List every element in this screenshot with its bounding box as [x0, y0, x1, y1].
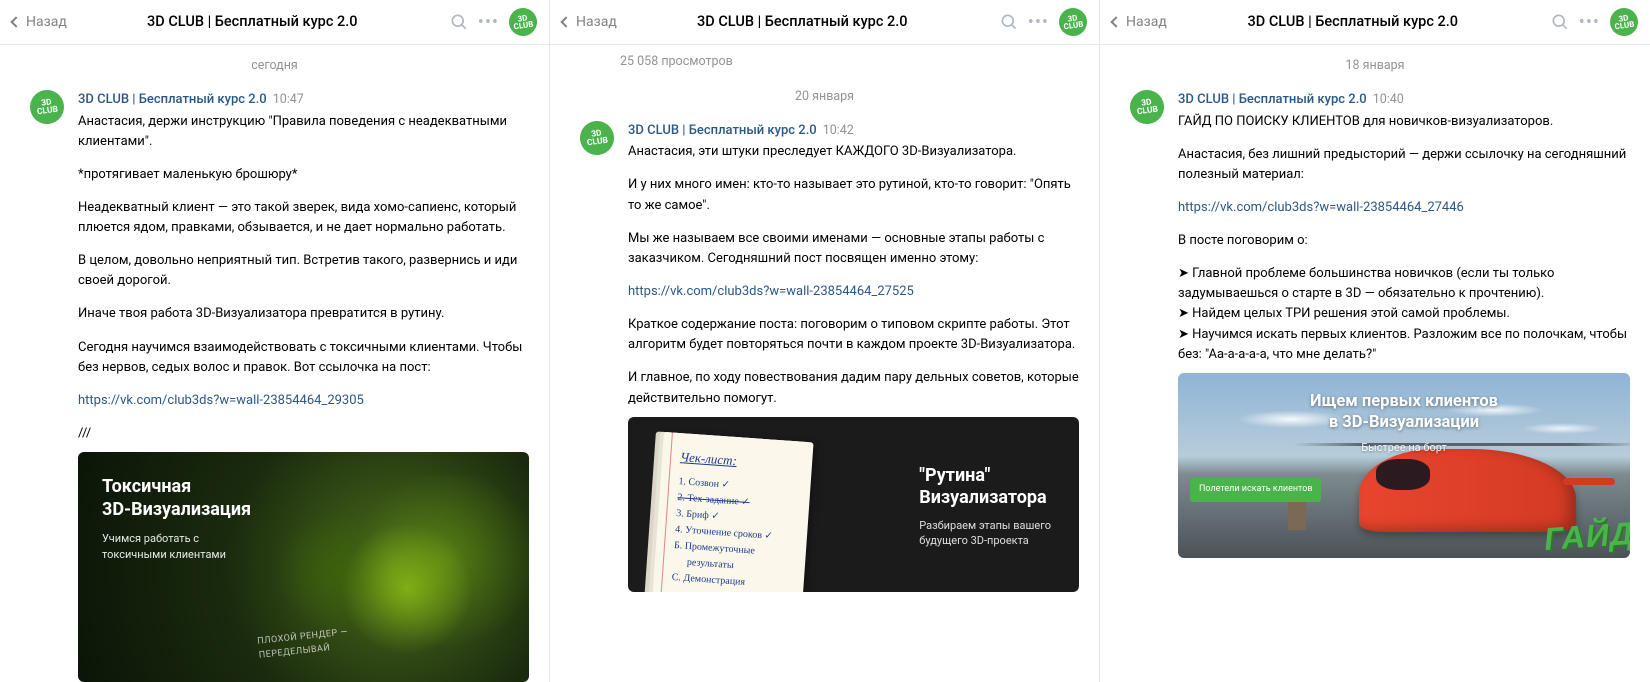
back-button[interactable]: Назад: [562, 12, 617, 33]
date-separator: сегодня: [0, 45, 549, 82]
more-icon[interactable]: •••: [478, 9, 499, 36]
message-time: 10:42: [823, 123, 854, 138]
chevron-left-icon: [10, 16, 21, 27]
back-label: Назад: [26, 12, 67, 33]
card-title: Токсичная3D-Визуализация: [102, 476, 505, 521]
chat-title: 3D CLUB | Бесплатный курс 2.0: [617, 11, 988, 33]
message-time: 10:40: [1373, 92, 1404, 107]
attachment-card[interactable]: Чек-лист: 1. Созвон ✓ 2. Тех-задание ✓ 3…: [628, 417, 1079, 592]
attachment-card[interactable]: Токсичная3D-Визуализация Учимся работать…: [78, 452, 529, 682]
chat-title: 3D CLUB | Бесплатный курс 2.0: [1167, 11, 1539, 33]
author-avatar[interactable]: 3DCLUB: [28, 88, 66, 126]
views-count: 25 058 просмотров: [550, 45, 1099, 76]
search-icon[interactable]: [998, 11, 1020, 33]
author-name[interactable]: 3D CLUB | Бесплатный курс 2.0: [628, 123, 817, 138]
header: Назад 3D CLUB | Бесплатный курс 2.0 ••• …: [550, 0, 1099, 45]
chevron-left-icon: [1110, 16, 1121, 27]
card-subtitle: Разбираем этапы вашегобудущего 3D-проект…: [919, 518, 1051, 549]
header-avatar[interactable]: 3DCLUB: [1608, 6, 1640, 38]
search-icon[interactable]: [448, 11, 470, 33]
back-label: Назад: [576, 12, 617, 33]
column-2: Назад 3D CLUB | Бесплатный курс 2.0 ••• …: [550, 0, 1100, 682]
message-text: ГАЙД ПО ПОИСКУ КЛИЕНТОВ для новичков-виз…: [1178, 112, 1630, 365]
message: 3DCLUB 3D CLUB | Бесплатный курс 2.0 10:4…: [1100, 82, 1650, 558]
author-name[interactable]: 3D CLUB | Бесплатный курс 2.0: [1178, 92, 1367, 107]
messages-body[interactable]: сегодня 3DCLUB 3D CLUB | Бесплатный курс…: [0, 45, 549, 682]
helicopter-icon: [1359, 449, 1576, 532]
card-button[interactable]: Полетели искать клиентов: [1190, 478, 1321, 502]
message: 3DCLUB 3D CLUB | Бесплатный курс 2.0 10:4…: [550, 113, 1099, 592]
card-subtitle: Учимся работать стоксичными клиентами: [102, 531, 505, 562]
attachment-card[interactable]: Ищем первых клиентовв 3D-Визуализации Бы…: [1178, 373, 1630, 558]
more-icon[interactable]: •••: [1579, 9, 1600, 36]
more-icon[interactable]: •••: [1028, 9, 1049, 36]
card-subtitle: Быстрее на борт: [1178, 440, 1630, 457]
back-button[interactable]: Назад: [12, 12, 67, 33]
card-title: "Рутина"Визуализатора: [919, 465, 1051, 510]
search-icon[interactable]: [1549, 11, 1571, 33]
author-avatar[interactable]: 3DCLUB: [578, 118, 616, 156]
back-label: Назад: [1126, 12, 1167, 33]
column-3: Назад 3D CLUB | Бесплатный курс 2.0 ••• …: [1100, 0, 1650, 682]
card-title: Ищем первых клиентовв 3D-Визуализации: [1178, 391, 1630, 434]
header-avatar[interactable]: 3DCLUB: [507, 6, 539, 38]
chat-title: 3D CLUB | Бесплатный курс 2.0: [67, 11, 438, 33]
message-text: Анастасия, держи инструкцию "Правила пов…: [78, 112, 529, 445]
header: Назад 3D CLUB | Бесплатный курс 2.0 ••• …: [1100, 0, 1650, 45]
card-badge: ПЛОХОЙ РЕНДЕР —ПЕРЕДЕЛЫВАЙ: [257, 627, 350, 663]
column-1: Назад 3D CLUB | Бесплатный курс 2.0 ••• …: [0, 0, 550, 682]
notepad-icon: Чек-лист: 1. Созвон ✓ 2. Тех-задание ✓ 3…: [652, 432, 813, 592]
date-separator: 18 января: [1100, 45, 1650, 82]
author-avatar[interactable]: 3DCLUB: [1128, 88, 1166, 126]
messages-body[interactable]: 18 января 3DCLUB 3D CLUB | Бесплатный ку…: [1100, 45, 1650, 682]
message-text: Анастасия, эти штуки преследует КАЖДОГО …: [628, 142, 1079, 408]
header: Назад 3D CLUB | Бесплатный курс 2.0 ••• …: [0, 0, 549, 45]
chevron-left-icon: [560, 16, 571, 27]
post-link[interactable]: https://vk.com/club3ds?w=wall-23854464_2…: [1178, 200, 1464, 215]
message-time: 10:47: [273, 92, 304, 107]
back-button[interactable]: Назад: [1112, 12, 1167, 33]
author-name[interactable]: 3D CLUB | Бесплатный курс 2.0: [78, 92, 267, 107]
post-link[interactable]: https://vk.com/club3ds?w=wall-23854464_2…: [628, 284, 914, 299]
date-separator: 20 января: [550, 76, 1099, 113]
post-link[interactable]: https://vk.com/club3ds?w=wall-23854464_2…: [78, 393, 364, 408]
header-avatar[interactable]: 3DCLUB: [1057, 6, 1089, 38]
messages-body[interactable]: 25 058 просмотров 20 января 3DCLUB 3D CL…: [550, 45, 1099, 682]
message: 3DCLUB 3D CLUB | Бесплатный курс 2.0 10:4…: [0, 82, 549, 682]
guide-label: ГАЙД: [1542, 509, 1630, 558]
